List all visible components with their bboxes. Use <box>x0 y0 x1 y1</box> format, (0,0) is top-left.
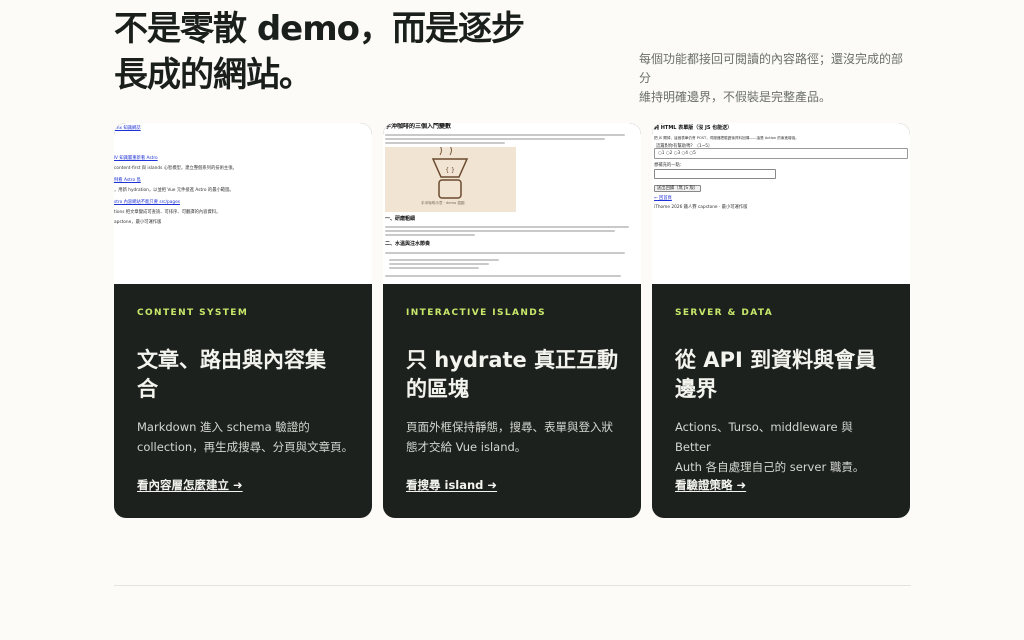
hero-note-line1: 每個功能都接回可閱讀的內容路徑；還沒完成的部分 <box>639 52 904 85</box>
shot-line: tions 把文章變成可查詢、可排序、可翻譯的內容資料。 <box>114 210 221 215</box>
card-title-line1: 只 hydrate 真正互動 <box>406 348 619 372</box>
card-desc-line2: Auth 各自處理自己的 server 職責。 <box>675 460 865 474</box>
card-description: Markdown 進入 schema 驗證的 collection，再生成搜尋、… <box>137 417 354 457</box>
card-eyebrow: CONTENT SYSTEM <box>137 308 249 318</box>
card-desc-line1: 頁面外框保持靜態，搜尋、表單與登入狀 <box>406 420 613 434</box>
hero-title-line2: 長成的網站。 <box>114 55 313 95</box>
card-description: Actions、Turso、middleware 與 Better Auth 各… <box>675 417 892 477</box>
card-desc-line1: Markdown 進入 schema 驗證的 <box>137 420 310 434</box>
shot-line: 把 JS 關掉，這個表單仍會 POST，伺服器把驗證後資料回傳——這是 Acti… <box>654 136 799 140</box>
shot-line: 例看 Astro 島 <box>114 178 141 183</box>
shot-text-line <box>385 138 605 140</box>
submit-feedback-button[interactable]: 送出回饋（無 JS 版） <box>654 185 702 192</box>
shot-line: .mx 知識網誌 <box>114 126 141 131</box>
page: 不是零散 demo，而是逐步 長成的網站。 每個功能都接回可閱讀的內容路徑；還沒… <box>0 0 1024 640</box>
shot-heading: 純 HTML 表單版（沒 JS 也能送） <box>654 125 733 131</box>
shot-text-line <box>389 259 499 261</box>
card-link-search-island[interactable]: 看搜尋 island ➜ <box>406 477 497 493</box>
shot-line: stro 內容網站不能只要 src/pages <box>114 200 181 205</box>
coffee-illustration: { } 手沖咖啡示意 · demo 插圖 <box>385 145 516 212</box>
card-desc-line1: Actions、Turso、middleware 與 Better <box>675 420 853 454</box>
shot-text-line <box>385 142 505 144</box>
card-screenshot-blog-index: .mx 知識網誌 Ⅳ 知識層重新看 Astro content-first 與 … <box>114 123 372 284</box>
hero-title-line1: 不是零散 demo，而是逐步 <box>114 9 525 49</box>
shot-section: 一、研磨粗細 <box>385 216 416 222</box>
card-title-line2: 的區塊 <box>406 377 469 401</box>
shot-line: apstone，最小可運作版 <box>114 220 162 225</box>
shot-text-line <box>385 226 629 228</box>
card-title-line2: 邊界 <box>675 377 717 401</box>
card-body: INTERACTIVE ISLANDS 只 hydrate 真正互動 的區塊 頁… <box>406 284 623 518</box>
shot-text-line <box>385 234 475 236</box>
shot-text-line <box>389 267 479 269</box>
comment-input[interactable] <box>654 169 776 179</box>
shot-line: ，用新 hydration，以並把 Vue 元件接進 Astro 的最小範圍。 <box>114 188 234 193</box>
hero-note: 每個功能都接回可閱讀的內容路徑；還沒完成的部分 維持明確邊界，不假裝是完整產品。 <box>639 50 914 107</box>
shot-line: Ⅳ 知識層重新看 Astro <box>114 156 158 161</box>
card-desc-line2: 態才交給 Vue island。 <box>406 440 527 454</box>
card-server-data: 純 HTML 表單版（沒 JS 也能送） 把 JS 關掉，這個表單仍會 POST… <box>652 123 910 518</box>
back-home-link[interactable]: ← 回首頁 <box>654 196 672 201</box>
svg-text:{ }: { } <box>445 167 455 174</box>
hero-title: 不是零散 demo，而是逐步 長成的網站。 <box>114 6 544 98</box>
card-body: SERVER & DATA 從 API 到資料與會員 邊界 Actions、Tu… <box>675 284 892 518</box>
shot-section: 二、水溫與注水節奏 <box>385 241 431 247</box>
card-body: CONTENT SYSTEM 文章、路由與內容集 合 Markdown 進入 s… <box>137 284 354 518</box>
section-divider <box>114 585 911 586</box>
shot-text-line <box>385 230 615 232</box>
shot-text-line <box>385 275 621 277</box>
card-link-auth-strategy[interactable]: 看驗證策略 ➜ <box>675 477 746 493</box>
feature-cards: .mx 知識網誌 Ⅳ 知識層重新看 Astro content-first 與 … <box>114 123 911 518</box>
card-title: 文章、路由與內容集 合 <box>137 346 354 404</box>
shot-heading: 手沖咖啡的三個入門變數 <box>385 123 452 130</box>
illustration-caption: 手沖咖啡示意 · demo 插圖 <box>421 201 465 205</box>
card-title-line1: 從 API 到資料與會員 <box>675 348 877 372</box>
rating-options: ○1 ○2 ○3 ○4 ○5 <box>658 151 696 156</box>
card-content-system: .mx 知識網誌 Ⅳ 知識層重新看 Astro content-first 與 … <box>114 123 372 518</box>
shot-text-line <box>385 134 625 136</box>
shot-text-line <box>389 263 489 265</box>
card-title-line2: 合 <box>137 377 158 401</box>
card-screenshot-coffee-article: 手沖咖啡的三個入門變數 { } 手沖咖啡示意 · demo 插圖 一、研磨粗細 <box>383 123 641 284</box>
shot-line: 想補充的一點： <box>654 163 685 168</box>
shot-text-line <box>385 252 625 254</box>
card-screenshot-html-form: 純 HTML 表單版（沒 JS 也能送） 把 JS 關掉，這個表單仍會 POST… <box>652 123 910 284</box>
shot-line: iThome 2026 鐵人賽 capstone · 最小可運作版 <box>654 205 748 210</box>
card-eyebrow: SERVER & DATA <box>675 308 774 318</box>
card-interactive-islands: 手沖咖啡的三個入門變數 { } 手沖咖啡示意 · demo 插圖 一、研磨粗細 <box>383 123 641 518</box>
card-eyebrow: INTERACTIVE ISLANDS <box>406 308 547 318</box>
card-title: 只 hydrate 真正互動 的區塊 <box>406 346 623 404</box>
card-description: 頁面外框保持靜態，搜尋、表單與登入狀 態才交給 Vue island。 <box>406 417 623 457</box>
card-link-content-layer[interactable]: 看內容層怎麼建立 ➜ <box>137 477 243 493</box>
hero-note-line2: 維持明確邊界，不假裝是完整產品。 <box>639 90 832 104</box>
card-title-line1: 文章、路由與內容集 <box>137 348 326 372</box>
card-desc-line2: collection，再生成搜尋、分頁與文章頁。 <box>137 440 354 454</box>
shot-line: content-first 與 islands 心智模型，建立整個系列的技術主張… <box>114 166 237 171</box>
card-title: 從 API 到資料與會員 邊界 <box>675 346 892 404</box>
